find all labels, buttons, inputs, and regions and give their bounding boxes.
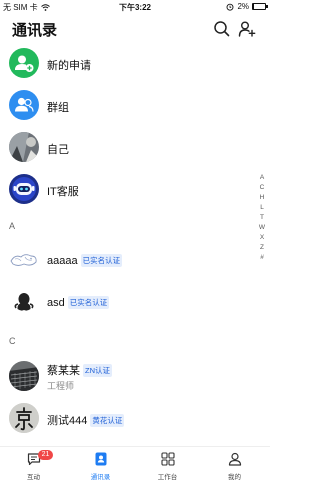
tab-me[interactable]: 我的 <box>201 447 268 480</box>
new-requests-entry[interactable]: 新的申请 <box>0 45 255 83</box>
add-contact-button[interactable] <box>238 20 256 38</box>
contact-avatar <box>9 403 39 433</box>
entry-label: 自己 <box>47 144 69 156</box>
robot-avatar <box>9 174 39 204</box>
penguin-avatar <box>14 293 34 311</box>
group-icon <box>15 97 34 112</box>
index-letter-a[interactable]: A <box>256 173 268 183</box>
entry-label: 群组 <box>47 102 69 114</box>
alarm-icon <box>226 3 234 11</box>
self-entry[interactable]: 自己 <box>0 129 255 167</box>
battery-percent: 2% <box>237 2 249 11</box>
groups-avatar <box>9 90 39 120</box>
contact-row[interactable]: asd 已实名认证 <box>0 284 255 322</box>
contact-name: 蔡某某 <box>47 365 80 377</box>
groups-entry[interactable]: 群组 <box>0 87 255 125</box>
alphabet-index[interactable]: A C H L T W X Z # <box>256 173 268 263</box>
jing-character-avatar <box>9 403 39 433</box>
tab-label: 我的 <box>228 474 241 480</box>
entry-label: IT客服 <box>47 186 79 198</box>
contact-name-line: 测试444 黄花认证 <box>47 412 125 428</box>
index-letter-w[interactable]: W <box>256 223 268 233</box>
contact-avatar <box>9 361 39 391</box>
index-letter-h[interactable]: H <box>256 193 268 203</box>
contact-avatar <box>9 287 39 317</box>
index-letter-hash[interactable]: # <box>256 253 268 263</box>
contact-row[interactable]: 蔡某某 ZN认证 工程师 <box>0 358 255 396</box>
contact-name-line: aaaaa 已实名认证 <box>47 254 123 267</box>
contact-avatar <box>9 245 39 275</box>
it-support-avatar <box>9 174 39 204</box>
tab-label: 工作台 <box>157 474 178 480</box>
verified-tag: 已实名认证 <box>67 296 110 309</box>
keyboard-photo-avatar <box>9 361 39 391</box>
it-support-entry[interactable]: IT客服 <box>0 171 255 209</box>
grid-icon <box>161 452 175 466</box>
tab-contacts[interactable]: 通讯录 <box>67 447 134 480</box>
new-requests-avatar <box>9 48 39 78</box>
add-person-icon <box>15 55 34 72</box>
index-letter-c[interactable]: C <box>256 183 268 193</box>
section-header-a: A <box>9 221 16 231</box>
contact-name-line: 蔡某某 ZN认证 <box>47 362 112 378</box>
index-letter-l[interactable]: L <box>256 203 268 213</box>
sketch-avatar <box>10 254 37 266</box>
search-icon <box>214 21 230 37</box>
entry-label: 新的申请 <box>47 60 91 72</box>
search-button[interactable] <box>213 20 231 38</box>
index-letter-z[interactable]: Z <box>256 243 268 253</box>
tab-bar: 21 互动 通讯录 工作台 我的 <box>0 446 270 480</box>
contact-name-line: asd 已实名认证 <box>47 296 110 309</box>
verified-tag: ZN认证 <box>83 364 112 377</box>
person-icon <box>228 452 242 466</box>
contacts-icon <box>95 452 107 466</box>
section-header-c: C <box>9 336 16 346</box>
verified-tag: 已实名认证 <box>80 254 123 267</box>
contact-title: 工程师 <box>47 381 75 391</box>
add-person-icon <box>238 21 256 37</box>
status-right: 2% <box>226 2 268 11</box>
index-letter-x[interactable]: X <box>256 233 268 243</box>
page-title: 通讯录 <box>12 22 58 39</box>
nav-bar: 通讯录 <box>0 14 270 44</box>
self-avatar <box>9 132 39 162</box>
status-bar: 无 SIM 卡 下午3:22 2% <box>0 0 270 14</box>
contact-row[interactable]: aaaaa 已实名认证 <box>0 242 255 280</box>
tab-label: 通讯录 <box>90 474 111 480</box>
battery-icon <box>252 3 268 10</box>
contact-name: 测试444 <box>47 415 88 427</box>
tab-interaction[interactable]: 21 互动 <box>0 447 67 480</box>
index-letter-t[interactable]: T <box>256 213 268 223</box>
photo-avatar <box>9 132 39 162</box>
verified-tag: 黄花认证 <box>90 414 125 427</box>
unread-badge: 21 <box>38 450 53 460</box>
tab-workbench[interactable]: 工作台 <box>134 447 201 480</box>
contact-row[interactable]: 测试444 黄花认证 <box>0 400 255 438</box>
contact-name: asd <box>47 297 65 309</box>
contact-name: aaaaa <box>47 255 78 267</box>
tab-label: 互动 <box>27 474 40 480</box>
